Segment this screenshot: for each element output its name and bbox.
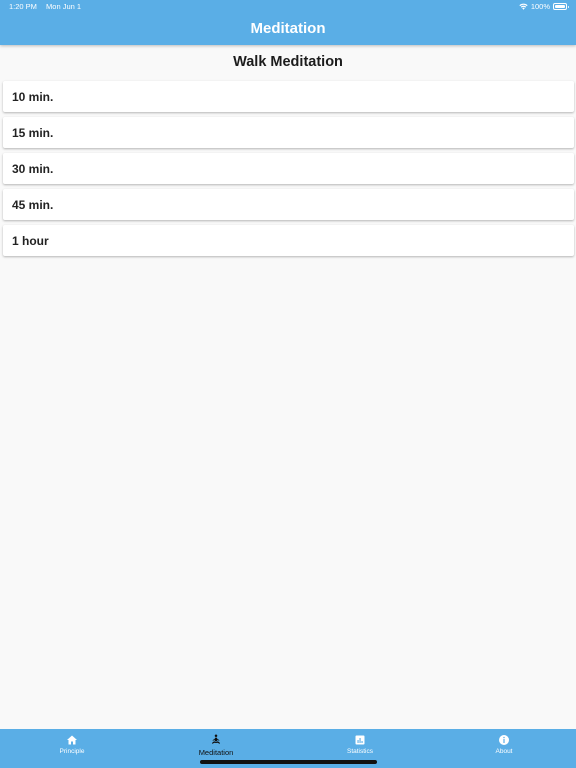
section-title: Walk Meditation [233,54,343,70]
tab-label-statistics: Statistics [346,748,373,755]
duration-list: 10 min. 15 min. 30 min. 45 min. 1 hour [3,81,574,261]
tab-principle[interactable]: Principle [0,729,144,768]
app-header: 1:20 PM Mon Jun 1 100% Meditation [0,0,576,45]
tab-about[interactable]: About [432,729,576,768]
duration-item-45-min[interactable]: 45 min. [3,189,574,220]
tab-label-about: About [495,748,513,755]
duration-item-10-min[interactable]: 10 min. [3,81,574,112]
home-indicator[interactable] [200,760,377,764]
battery-level [555,5,565,8]
info-icon [499,735,509,745]
battery-icon [553,3,569,10]
duration-item-1-hour[interactable]: 1 hour [3,225,574,256]
app-screen: 1:20 PM Mon Jun 1 100% Meditation Walk M… [0,0,576,768]
status-time: 1:20 PM [9,2,37,11]
tab-label-principle: Principle [59,748,85,755]
duration-item-30-min[interactable]: 30 min. [3,153,574,184]
meditation-figure-icon [212,734,220,744]
status-date: Mon Jun 1 [46,2,82,11]
page-title: Meditation [250,20,326,37]
status-bar-right: 100% [519,2,569,11]
wifi-icon [519,3,528,10]
bar-chart-icon [355,735,365,745]
battery-percent: 100% [530,2,550,11]
tab-label-meditation: Meditation [198,748,234,757]
home-icon [67,735,77,745]
duration-item-15-min[interactable]: 15 min. [3,117,574,148]
status-bar-left: 1:20 PM Mon Jun 1 [9,2,81,11]
